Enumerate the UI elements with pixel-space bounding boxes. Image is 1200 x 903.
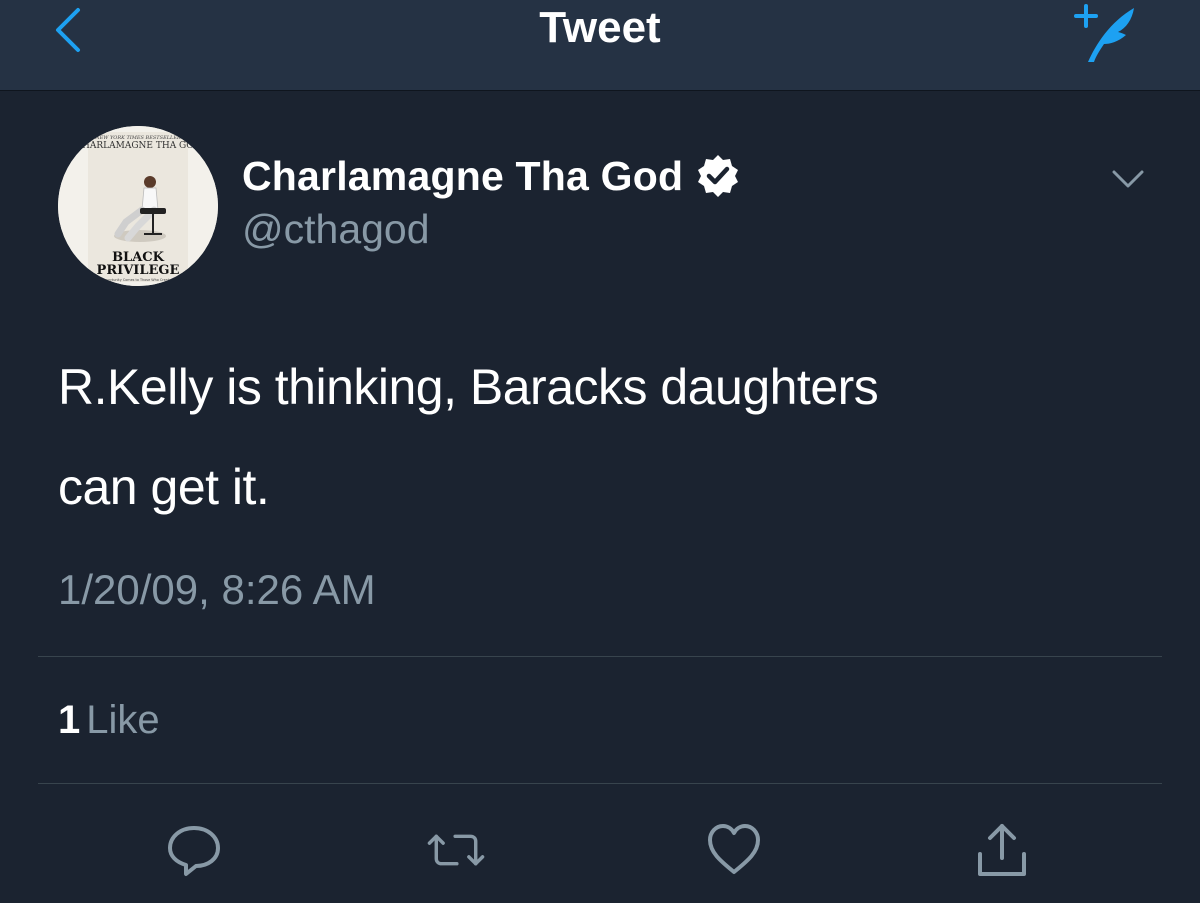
divider <box>38 783 1162 784</box>
chevron-down-icon[interactable] <box>1110 166 1146 192</box>
likes-count: 1 <box>58 698 81 742</box>
like-icon[interactable] <box>704 820 764 880</box>
divider <box>38 656 1162 657</box>
author-handle[interactable]: @cthagod <box>242 206 430 253</box>
tweet-timestamp: 1/20/09, 8:26 AM <box>58 566 376 613</box>
tweet-text-line: R.Kelly is thinking, Baracks daughters <box>58 359 879 415</box>
likes-summary[interactable]: 1 Like <box>58 698 160 743</box>
author-name-row[interactable]: Charlamagne Tha God <box>242 148 741 204</box>
avatar-tagline: Opportunity Comes to Those Who Create It <box>101 278 175 282</box>
tweet-text: R.Kelly is thinking, Baracks daughters c… <box>58 352 1148 552</box>
compose-tweet-icon[interactable] <box>1066 0 1146 66</box>
book-cover-image: NEW YORK TIMES BESTSELLER CHARLAMAGNE TH… <box>58 126 218 286</box>
likes-label: Like <box>86 698 160 742</box>
share-icon[interactable] <box>972 820 1032 880</box>
avatar[interactable]: NEW YORK TIMES BESTSELLER CHARLAMAGNE TH… <box>58 126 218 286</box>
avatar-title-line2: PRIVILEGE <box>97 263 180 278</box>
author-name[interactable]: Charlamagne Tha God <box>242 153 683 200</box>
retweet-icon[interactable] <box>426 820 486 880</box>
page-title: Tweet <box>539 3 661 52</box>
navigation-bar: Tweet <box>0 0 1200 91</box>
avatar-author-text: CHARLAMAGNE THA GOD <box>75 141 201 151</box>
verified-badge-icon <box>698 155 739 197</box>
tweet-text-line: can get it. <box>58 459 270 515</box>
reply-icon[interactable] <box>164 820 224 880</box>
